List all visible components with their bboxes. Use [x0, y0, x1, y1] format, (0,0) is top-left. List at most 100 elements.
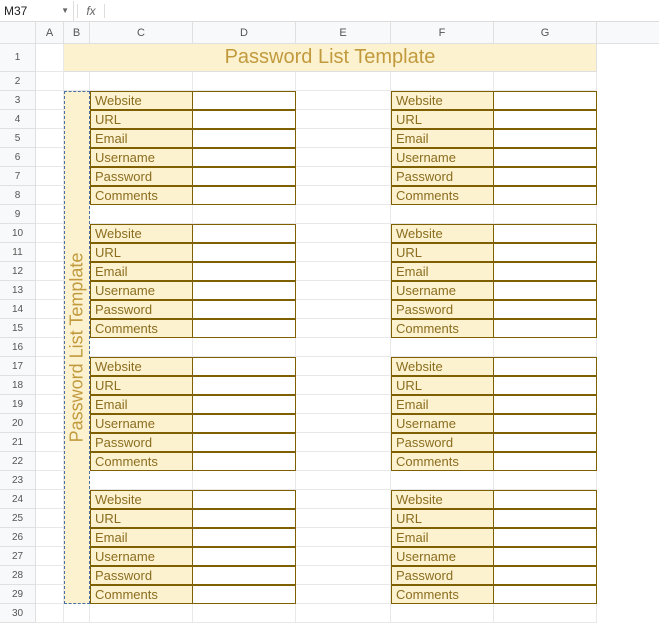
cell[interactable]: [296, 585, 391, 604]
cell[interactable]: [36, 110, 64, 129]
row-header[interactable]: 23: [0, 471, 35, 490]
row-header[interactable]: 18: [0, 376, 35, 395]
cell[interactable]: [391, 471, 494, 490]
field-value[interactable]: [494, 433, 597, 452]
field-value[interactable]: [193, 357, 296, 376]
row-header[interactable]: 12: [0, 262, 35, 281]
cell[interactable]: [296, 72, 391, 91]
field-label[interactable]: URL: [90, 376, 193, 395]
cell[interactable]: [90, 205, 193, 224]
cell[interactable]: [193, 471, 296, 490]
field-label[interactable]: Website: [90, 357, 193, 376]
field-value[interactable]: [494, 357, 597, 376]
field-value[interactable]: [193, 452, 296, 471]
cell[interactable]: [296, 604, 391, 623]
cell[interactable]: [36, 585, 64, 604]
row-header[interactable]: 27: [0, 547, 35, 566]
field-label[interactable]: Password: [391, 433, 494, 452]
field-value[interactable]: [494, 319, 597, 338]
field-label[interactable]: Website: [391, 357, 494, 376]
field-value[interactable]: [494, 129, 597, 148]
field-value[interactable]: [494, 547, 597, 566]
row-header[interactable]: 24: [0, 490, 35, 509]
field-label[interactable]: Email: [391, 129, 494, 148]
field-value[interactable]: [494, 395, 597, 414]
row-header[interactable]: 2: [0, 72, 35, 91]
field-label[interactable]: Password: [391, 566, 494, 585]
cell[interactable]: [36, 414, 64, 433]
field-value[interactable]: [494, 300, 597, 319]
cell[interactable]: [296, 91, 391, 110]
field-label[interactable]: Comments: [391, 186, 494, 205]
formula-input[interactable]: [108, 1, 659, 21]
field-value[interactable]: [193, 433, 296, 452]
cell[interactable]: [36, 433, 64, 452]
cell[interactable]: [36, 566, 64, 585]
cell[interactable]: [36, 72, 64, 91]
cell[interactable]: [296, 357, 391, 376]
cell[interactable]: [36, 338, 64, 357]
field-label[interactable]: Password: [90, 167, 193, 186]
cell[interactable]: [296, 224, 391, 243]
cell[interactable]: [36, 281, 64, 300]
field-value[interactable]: [193, 129, 296, 148]
row-header[interactable]: 14: [0, 300, 35, 319]
cell[interactable]: [296, 490, 391, 509]
cell[interactable]: [90, 604, 193, 623]
cell[interactable]: [36, 262, 64, 281]
field-value[interactable]: [494, 528, 597, 547]
cell[interactable]: [296, 433, 391, 452]
cell[interactable]: [494, 72, 597, 91]
column-header[interactable]: D: [193, 22, 296, 43]
cell[interactable]: [296, 129, 391, 148]
field-label[interactable]: Comments: [90, 585, 193, 604]
row-header[interactable]: 28: [0, 566, 35, 585]
field-value[interactable]: [494, 490, 597, 509]
field-value[interactable]: [494, 224, 597, 243]
cell[interactable]: [36, 243, 64, 262]
field-value[interactable]: [193, 376, 296, 395]
row-header[interactable]: 22: [0, 452, 35, 471]
field-label[interactable]: URL: [90, 509, 193, 528]
field-label[interactable]: Email: [391, 395, 494, 414]
field-label[interactable]: Username: [391, 547, 494, 566]
field-label[interactable]: URL: [391, 243, 494, 262]
field-label[interactable]: Email: [391, 262, 494, 281]
row-header[interactable]: 5: [0, 129, 35, 148]
field-value[interactable]: [193, 167, 296, 186]
field-value[interactable]: [193, 281, 296, 300]
cell[interactable]: [296, 414, 391, 433]
field-value[interactable]: [193, 509, 296, 528]
cell[interactable]: [36, 395, 64, 414]
cell[interactable]: [296, 566, 391, 585]
row-header[interactable]: 20: [0, 414, 35, 433]
field-label[interactable]: Username: [90, 281, 193, 300]
field-label[interactable]: Username: [90, 414, 193, 433]
cell[interactable]: [296, 338, 391, 357]
field-label[interactable]: URL: [391, 509, 494, 528]
field-value[interactable]: [193, 490, 296, 509]
cell[interactable]: [36, 167, 64, 186]
column-header[interactable]: E: [296, 22, 391, 43]
cell[interactable]: [193, 205, 296, 224]
field-label[interactable]: Comments: [90, 319, 193, 338]
field-value[interactable]: [494, 243, 597, 262]
cell[interactable]: [193, 72, 296, 91]
field-label[interactable]: URL: [90, 243, 193, 262]
field-label[interactable]: URL: [391, 110, 494, 129]
field-label[interactable]: Email: [90, 395, 193, 414]
field-label[interactable]: Password: [90, 300, 193, 319]
row-header[interactable]: 1: [0, 44, 35, 72]
field-value[interactable]: [494, 281, 597, 300]
cell[interactable]: [296, 452, 391, 471]
column-header[interactable]: F: [391, 22, 494, 43]
row-header[interactable]: 3: [0, 91, 35, 110]
field-value[interactable]: [193, 224, 296, 243]
cell[interactable]: [296, 471, 391, 490]
field-label[interactable]: Comments: [391, 319, 494, 338]
field-label[interactable]: Password: [391, 167, 494, 186]
name-box[interactable]: M37 ▼: [0, 1, 74, 21]
row-header[interactable]: 11: [0, 243, 35, 262]
cell[interactable]: [193, 338, 296, 357]
row-header[interactable]: 17: [0, 357, 35, 376]
